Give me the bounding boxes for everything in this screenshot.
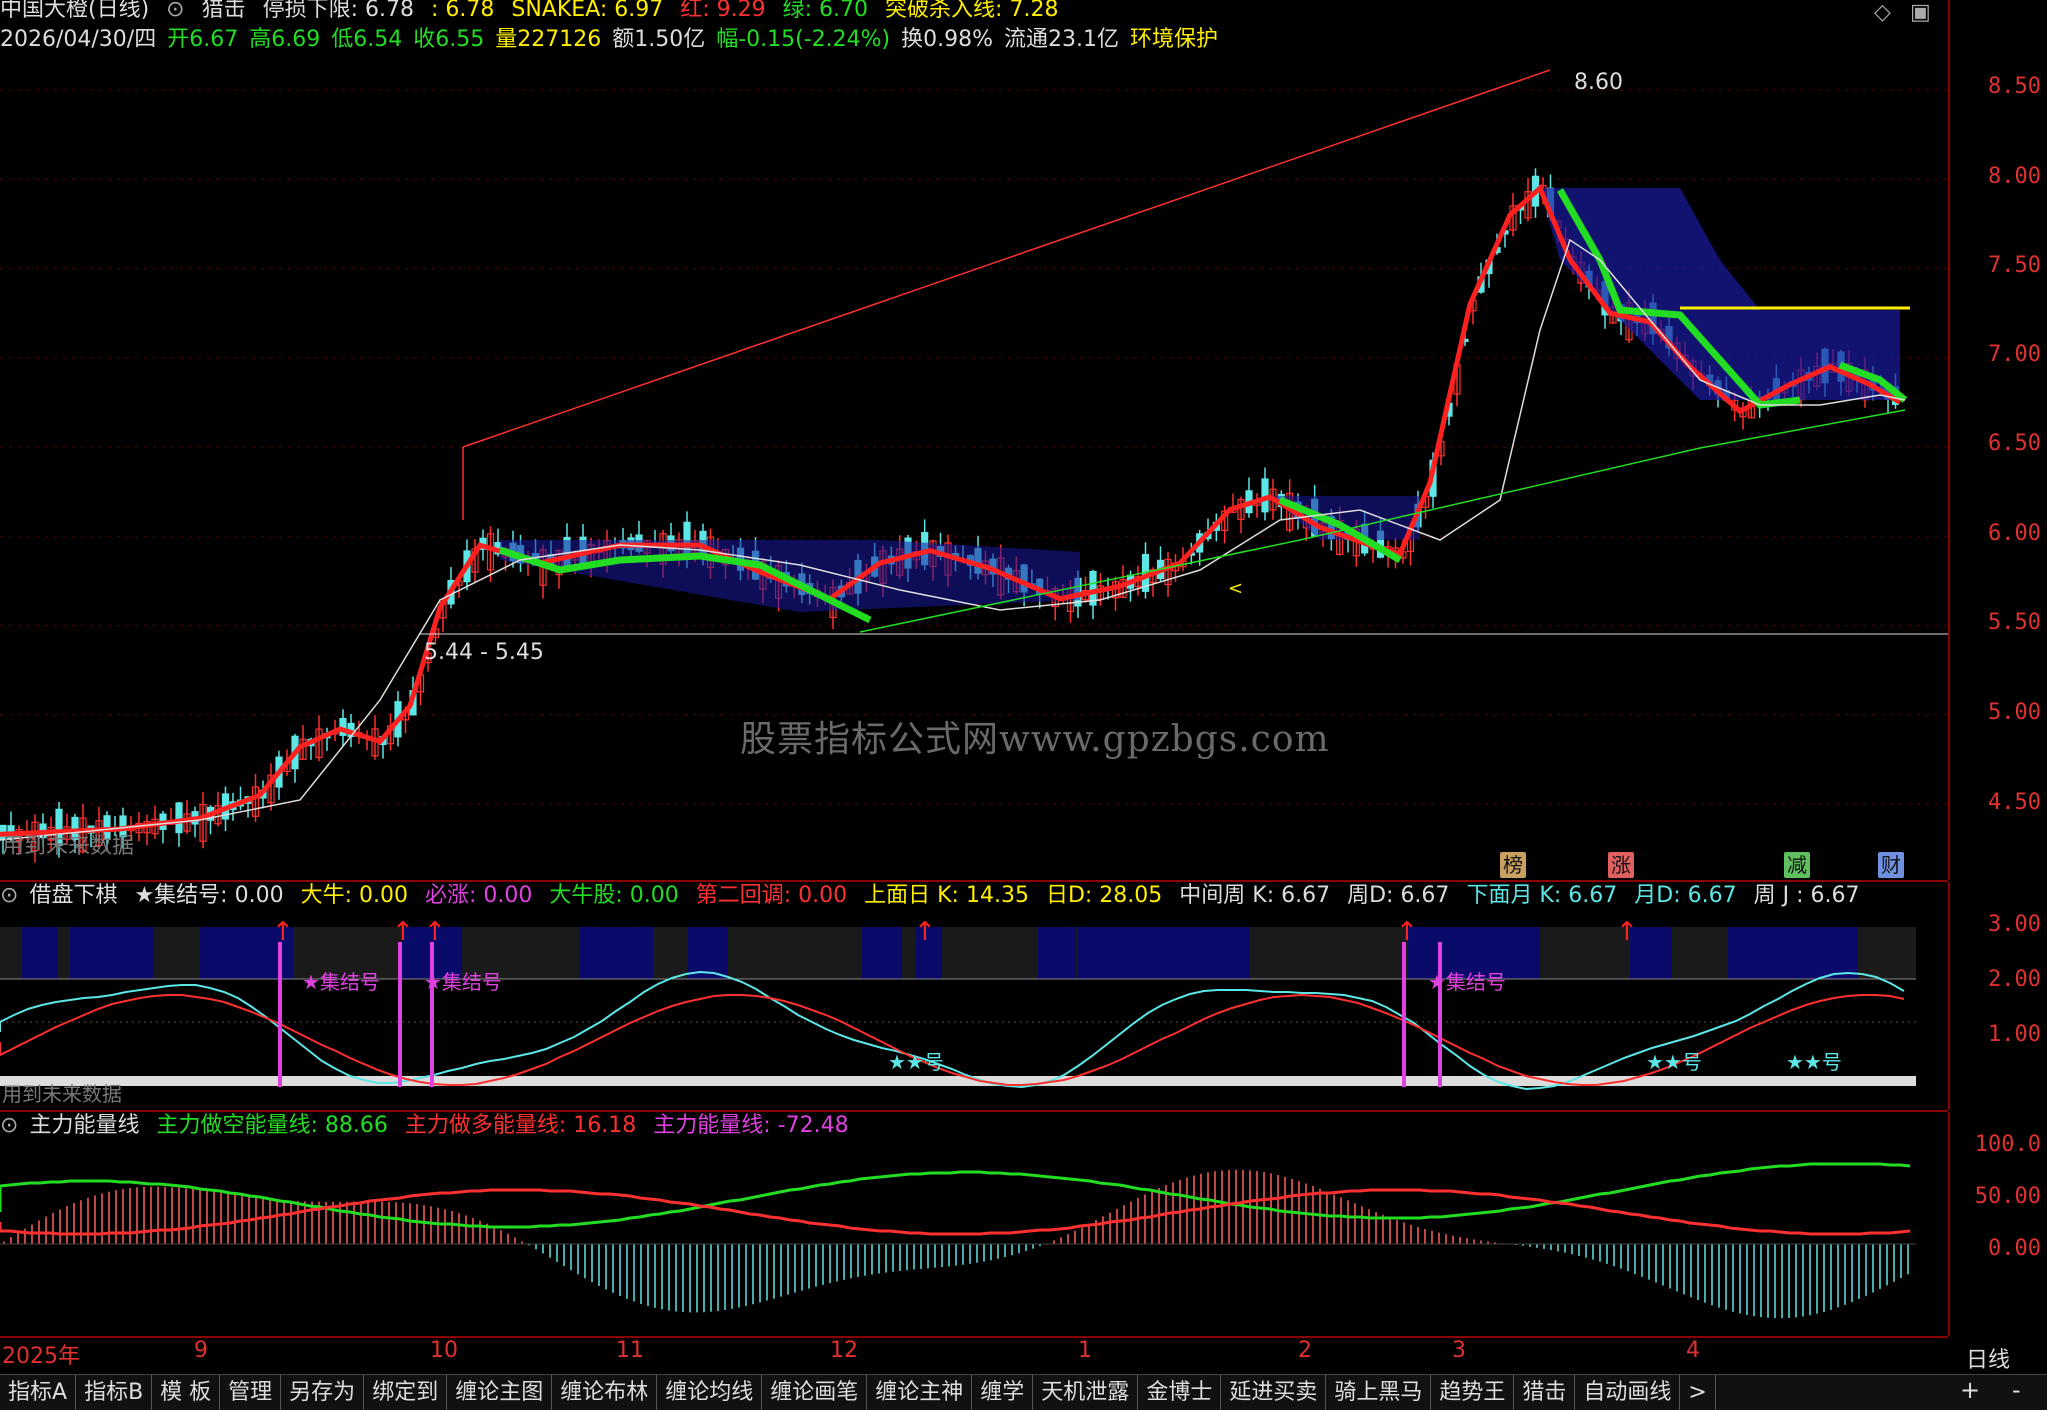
band-block [1728, 927, 1858, 979]
tab-qushi[interactable]: 趋势王 [1431, 1375, 1515, 1410]
signal-label: ★集结号 [302, 970, 380, 994]
band-block [70, 927, 153, 979]
signal-label: ★★号 [1786, 1050, 1842, 1074]
up-arrow-icon: ↑ [1396, 917, 1418, 947]
x-label: 3 [1452, 1338, 1466, 1363]
pane3-y-axis: 100.0 50.00 0.00 [1948, 1112, 2047, 1336]
x-label: 9 [194, 1338, 208, 1363]
tab-chanxue[interactable]: 缠学 [972, 1375, 1034, 1410]
future-data-note: 用到未来数据 [2, 1082, 122, 1106]
future-data-note: 用到未来数据 [2, 834, 135, 859]
up-arrow-icon: ↑ [272, 917, 294, 947]
d-line [0, 993, 1905, 1086]
indicator-tab-bar: 指标A 指标B 模 板 管理 另存为 绑定到 缠论主图 缠论布林 缠论均线 缠论… [0, 1374, 2047, 1410]
tab-chanlun-ma[interactable]: 缠论均线 [657, 1375, 763, 1410]
up-arrow-icon: ↑ [914, 917, 936, 947]
tab-heima[interactable]: 骑上黑马 [1326, 1375, 1432, 1410]
y-tick: 6.00 [1988, 521, 2041, 546]
up-arrow-icon: ↑ [1616, 917, 1638, 947]
pane2-y-axis: 3.00 2.00 1.00 [1948, 882, 2047, 1110]
y-tick: 1.00 [1988, 1022, 2041, 1047]
candle-body [175, 802, 183, 834]
tab-manage[interactable]: 管理 [220, 1375, 282, 1410]
tab-template[interactable]: 模 板 [152, 1375, 221, 1410]
long-energy-line [0, 1188, 1911, 1236]
baseline-bar [0, 1076, 1916, 1086]
tab-bind[interactable]: 绑定到 [364, 1375, 448, 1410]
band-block [1038, 927, 1076, 979]
x-label: 10 [430, 1338, 458, 1363]
signal-label: ★★号 [1646, 1050, 1702, 1074]
period-label[interactable]: 日线 [1966, 1342, 2010, 1374]
x-axis: 2025年 9 10 11 12 1 2 3 4 [0, 1338, 1948, 1374]
k-line [0, 970, 1905, 1091]
tab-chanlun-god[interactable]: 缠论主神 [867, 1375, 973, 1410]
energy-chart[interactable] [0, 1112, 1948, 1336]
y-tick: 100.0 [1974, 1132, 2041, 1157]
y-tick: 8.00 [1988, 164, 2041, 189]
tab-zhibiao-a[interactable]: 指标A [0, 1375, 77, 1410]
tab-chanlun-pen[interactable]: 缠论画笔 [762, 1375, 868, 1410]
short-energy-line [0, 1162, 1911, 1229]
y-tick: 5.00 [1988, 700, 2041, 725]
jiepan-chart[interactable]: ↑ ↑ ↑ ↑ ↑ ↑ [0, 882, 1948, 1110]
badge-reduce[interactable]: 减 [1784, 852, 1810, 878]
up-arrow-icon: ↑ [392, 917, 414, 947]
tab-chanlun-main[interactable]: 缠论主图 [447, 1375, 553, 1410]
trend-line-green [859, 409, 1906, 633]
zoom-out-button[interactable]: - [2012, 1376, 2021, 1404]
band-block [862, 927, 902, 979]
main-chart-pane[interactable]: 中国大橙(日线) ⊙ 猎击 停损下限: 6.78 : 6.78 SNAKEA: … [0, 0, 1948, 882]
signal-label: ★★号 [888, 1050, 944, 1074]
badge-rise[interactable]: 涨 [1608, 852, 1634, 878]
y-tick: 6.50 [1988, 431, 2041, 456]
y-tick: 0.00 [1988, 1236, 2041, 1261]
badge-rank[interactable]: 榜 [1500, 852, 1526, 878]
range-label: 5.44 - 5.45 [424, 640, 544, 665]
y-tick: 4.50 [1988, 790, 2041, 815]
band-block [580, 927, 653, 979]
y-tick: 7.00 [1988, 342, 2041, 367]
y-tick: 2.00 [1988, 967, 2041, 992]
main-y-axis: 8.50 8.00 7.50 7.00 6.50 6.00 5.50 5.00 … [1948, 0, 2047, 880]
tab-chanlun-boll[interactable]: 缠论布林 [552, 1375, 658, 1410]
zoom-in-button[interactable]: + [1960, 1376, 1980, 1404]
trend-line-red [462, 69, 1551, 448]
tab-more-icon[interactable]: > [1680, 1375, 1716, 1410]
tab-tianji[interactable]: 天机泄露 [1033, 1375, 1139, 1410]
band-block [22, 927, 58, 979]
y-tick: 5.50 [1988, 610, 2041, 635]
tab-jinboshi[interactable]: 金博士 [1138, 1375, 1222, 1410]
tab-save-as[interactable]: 另存为 [281, 1375, 365, 1410]
energy-pane[interactable]: ⊙ 主力能量线 主力做空能量线: 88.66 主力做多能量线: 16.18 主力… [0, 1112, 1948, 1338]
y-tick: 7.50 [1988, 253, 2041, 278]
tab-zhibiao-b[interactable]: 指标B [76, 1375, 153, 1410]
high-price-label: 8.60 [1574, 70, 1623, 95]
x-label: 2025年 [2, 1344, 80, 1369]
y-tick: 3.00 [1988, 912, 2041, 937]
x-label: 11 [616, 1338, 644, 1363]
jiepan-pane[interactable]: ⊙ 借盘下棋 ★集结号: 0.00 大牛: 0.00 必涨: 0.00 大牛股:… [0, 882, 1948, 1112]
band-block [688, 927, 728, 979]
y-tick: 8.50 [1988, 74, 2041, 99]
mid-note: < [1228, 578, 1244, 599]
tab-yanjin[interactable]: 延进买卖 [1221, 1375, 1327, 1410]
badge-finance[interactable]: 财 [1878, 852, 1904, 878]
band-block [1078, 927, 1250, 979]
x-label: 4 [1686, 1338, 1700, 1363]
watermark: 股票指标公式网www.gpzbgs.com [740, 719, 1330, 760]
tab-auto-draw[interactable]: 自动画线 [1575, 1375, 1681, 1410]
x-label: 1 [1078, 1338, 1092, 1363]
x-label: 2 [1298, 1338, 1312, 1363]
x-label: 12 [830, 1338, 858, 1363]
up-arrow-icon: ↑ [424, 917, 446, 947]
signal-label: ★集结号 [424, 970, 502, 994]
tab-lieji[interactable]: 猎击 [1514, 1375, 1576, 1410]
signal-label: ★集结号 [1428, 970, 1506, 994]
y-tick: 50.00 [1974, 1184, 2041, 1209]
